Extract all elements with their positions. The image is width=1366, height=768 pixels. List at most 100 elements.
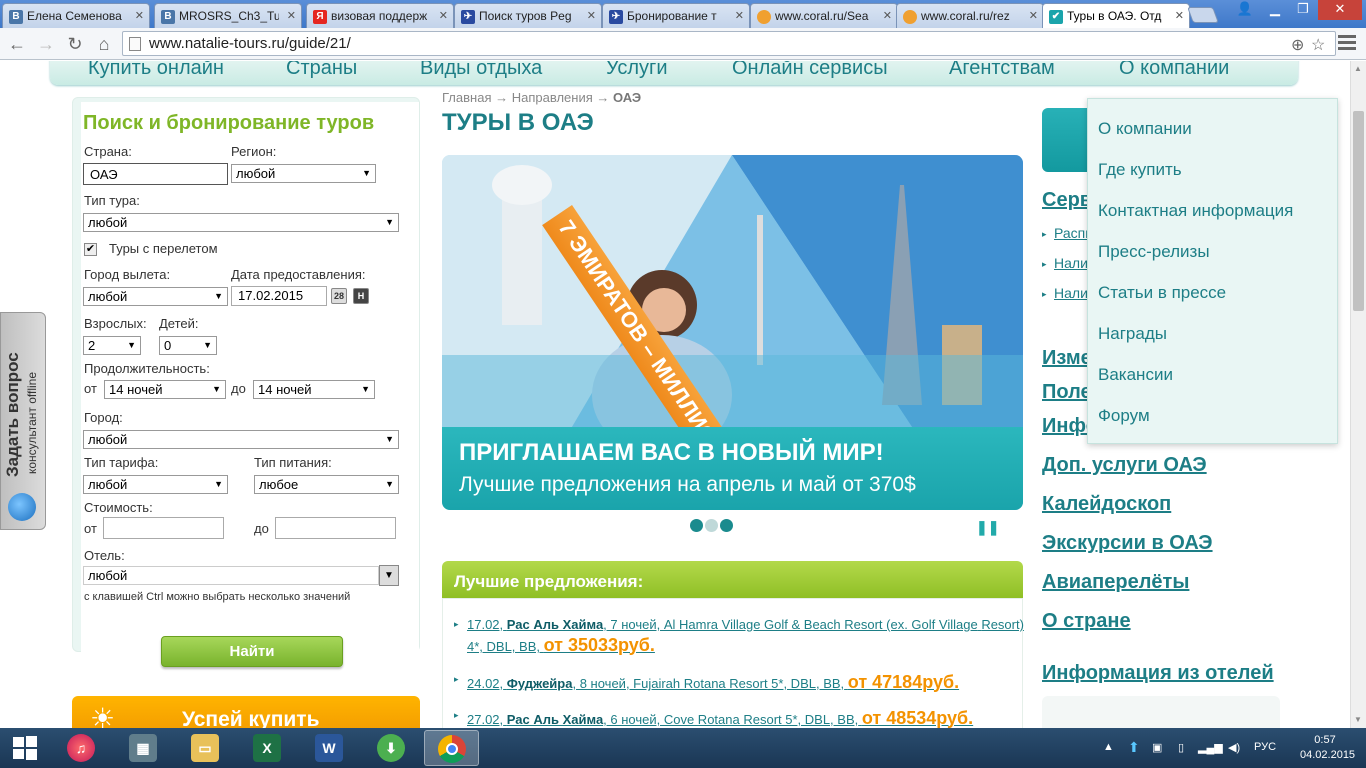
country-field[interactable]: ОАЭ (83, 163, 228, 185)
city-select[interactable]: любой ▼ (83, 430, 399, 449)
browser-tab[interactable]: В MROSRS_Ch3_Tu ✕ (154, 3, 302, 28)
system-clock[interactable]: 0:57 04.02.2015 (1300, 733, 1355, 763)
user-icon[interactable]: 👤 (1232, 0, 1258, 20)
browser-tab-active[interactable]: ✔ Туры в ОАЭ. Отд ✕ (1042, 3, 1190, 29)
tariff-select[interactable]: любой ▼ (83, 475, 228, 494)
promo-banner[interactable]: 7 ЭМИРАТОВ – МИЛЛИОН ЧУДЕС! ПРИГЛАШАЕМ В… (442, 155, 1023, 510)
pause-icon[interactable]: ❚❚ (976, 519, 999, 536)
kaleidoscope-link[interactable]: Калейдоскоп (1042, 493, 1171, 516)
extra-services-link[interactable]: Доп. услуги ОАЭ (1042, 454, 1207, 477)
browser-tab[interactable]: www.coral.ru/rez ✕ (896, 3, 1044, 28)
minimize-icon[interactable]: ▁ (1262, 0, 1288, 20)
new-tab-button[interactable] (1187, 7, 1219, 23)
network-error-icon[interactable]: ▣ (1152, 741, 1162, 754)
calendar-icon[interactable]: 28 (331, 288, 347, 304)
browser-tab[interactable]: В Елена Семенова ✕ (2, 3, 150, 28)
taskbar-chrome[interactable] (424, 730, 479, 766)
hotel-listbox[interactable]: любой (83, 566, 379, 585)
upload-icon[interactable]: ⬆ (1128, 739, 1140, 756)
excursions-link[interactable]: Экскурсии в ОАЭ (1042, 532, 1213, 555)
menu-item-where-to-buy[interactable]: Где купить (1098, 160, 1182, 180)
menu-item-press-articles[interactable]: Статьи в прессе (1098, 283, 1226, 303)
with-flight-checkbox[interactable]: ✔ (84, 243, 97, 256)
star-icon[interactable]: ☆ (1311, 35, 1325, 55)
breadcrumb-section[interactable]: Направления (512, 90, 593, 105)
nav-item-services[interactable]: Услуги (606, 61, 668, 80)
taskbar-word[interactable]: W (302, 730, 357, 766)
slider-dot[interactable] (690, 519, 703, 532)
close-icon[interactable]: ✕ (1175, 9, 1184, 22)
volume-icon[interactable]: ◀) (1228, 741, 1240, 754)
close-icon[interactable]: ✕ (587, 9, 596, 22)
tour-type-select[interactable]: любой ▼ (83, 213, 399, 232)
offer-item[interactable]: 24.02, Фуджейра, 8 ночей, Fujairah Rotan… (467, 672, 1027, 694)
hot-offers-box[interactable]: ☀ Успей купить (72, 696, 420, 728)
breadcrumb-home[interactable]: Главная (442, 90, 491, 105)
nav-item-agencies[interactable]: Агентствам (949, 61, 1055, 80)
menu-item-contacts[interactable]: Контактная информация (1098, 201, 1293, 221)
hotel-scroll-button[interactable]: ▼ (379, 565, 399, 586)
changes-link[interactable]: Изме (1042, 347, 1092, 370)
browser-tab[interactable]: ✈ Поиск туров Peg ✕ (454, 3, 602, 28)
battery-icon[interactable]: ▯ (1178, 741, 1184, 754)
services-link[interactable]: Серв (1042, 189, 1092, 212)
menu-item-forum[interactable]: Форум (1098, 406, 1150, 426)
nav-item-buy-online[interactable]: Купить онлайн (88, 61, 224, 80)
find-button[interactable]: Найти (161, 636, 343, 667)
cost-to-input[interactable] (275, 517, 396, 539)
slider-dot[interactable] (705, 519, 718, 532)
maximize-icon[interactable]: ❐ (1290, 0, 1316, 20)
browser-tab[interactable]: www.coral.ru/Sea ✕ (750, 3, 898, 28)
nav-item-countries[interactable]: Страны (286, 61, 357, 80)
taskbar-calculator[interactable]: ▦ (116, 730, 171, 766)
close-icon[interactable]: ✕ (439, 9, 448, 22)
browser-tab[interactable]: ✈ Бронирование т ✕ (602, 3, 750, 28)
about-country-link[interactable]: О стране (1042, 610, 1131, 633)
scroll-down-icon[interactable]: ▼ (1354, 715, 1362, 724)
nav-item-holiday-types[interactable]: Виды отдыха (420, 61, 542, 80)
reload-icon[interactable]: ↻ (63, 32, 87, 56)
ask-question-widget[interactable]: Задать вопрос консультант offline (0, 312, 46, 530)
offer-item[interactable]: 27.02, Рас Аль Хайма, 6 ночей, Cove Rota… (467, 708, 1027, 728)
browser-tab[interactable]: Я визовая поддерж ✕ (306, 3, 454, 28)
flights-link[interactable]: Авиаперелёты (1042, 571, 1189, 594)
duration-from-select[interactable]: 14 ночей ▼ (104, 380, 226, 399)
slider-dot[interactable] (720, 519, 733, 532)
taskbar-excel[interactable]: X (240, 730, 295, 766)
taskbar-downloader[interactable]: ⬇ (364, 730, 419, 766)
offer-item[interactable]: 17.02, Рас Аль Хайма, 7 ночей, Al Hamra … (467, 615, 1027, 657)
taskbar-itunes[interactable]: ♫ (54, 730, 109, 766)
close-icon[interactable]: ✕ (1029, 9, 1038, 22)
close-icon[interactable]: ✕ (287, 9, 296, 22)
window-close-icon[interactable]: ✕ (1318, 0, 1362, 20)
nav-item-about[interactable]: О компании (1119, 61, 1229, 80)
hotel-info-link[interactable]: Информация из отелей (1042, 662, 1274, 685)
duration-to-select[interactable]: 14 ночей ▼ (253, 380, 375, 399)
url-input[interactable]: www.natalie-tours.ru/guide/21/ ⊕ ☆ (122, 31, 1336, 56)
meal-select[interactable]: любое ▼ (254, 475, 399, 494)
menu-item-press-releases[interactable]: Пресс-релизы (1098, 242, 1210, 262)
calendar-range-icon[interactable]: H (353, 288, 369, 304)
cost-from-input[interactable] (103, 517, 224, 539)
taskbar-explorer[interactable]: ▭ (178, 730, 233, 766)
menu-item-about[interactable]: О компании (1098, 119, 1192, 139)
adults-select[interactable]: 2 ▼ (83, 336, 141, 355)
close-icon[interactable]: ✕ (735, 9, 744, 22)
close-icon[interactable]: ✕ (135, 9, 144, 22)
menu-icon[interactable] (1338, 35, 1356, 51)
children-select[interactable]: 0 ▼ (159, 336, 217, 355)
page-scrollbar[interactable]: ▲ ▼ (1350, 61, 1366, 728)
availability-link-2[interactable]: Нали (1054, 285, 1088, 301)
close-icon[interactable]: ✕ (883, 9, 892, 22)
forward-icon[interactable]: → (34, 32, 58, 56)
signal-icon[interactable]: ▂▄▆ (1198, 741, 1223, 754)
start-button[interactable] (0, 730, 50, 766)
back-icon[interactable]: ← (5, 32, 29, 56)
useful-link[interactable]: Поле (1042, 381, 1092, 404)
availability-link[interactable]: Нали (1054, 255, 1088, 271)
departure-select[interactable]: любой ▼ (83, 287, 228, 306)
tray-expand-icon[interactable]: ▲ (1103, 741, 1114, 753)
home-icon[interactable]: ⌂ (92, 32, 116, 56)
region-select[interactable]: любой ▼ (231, 164, 376, 183)
scrollbar-thumb[interactable] (1353, 111, 1364, 311)
